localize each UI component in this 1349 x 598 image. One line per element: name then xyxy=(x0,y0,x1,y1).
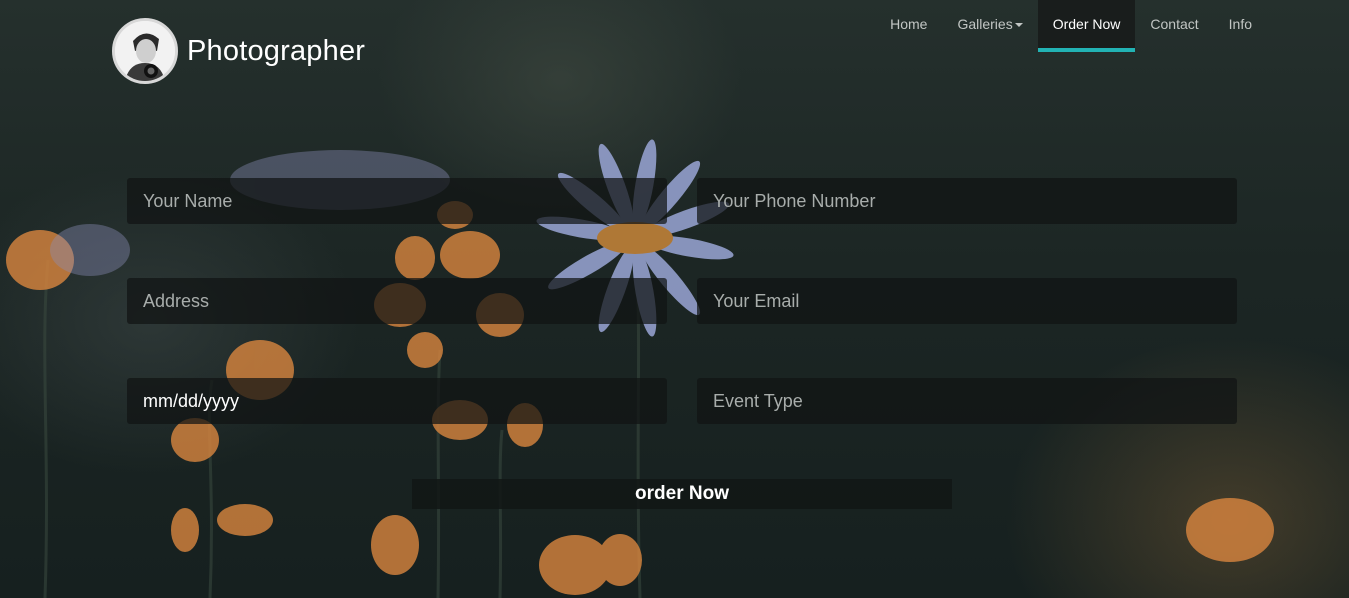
photographer-avatar-icon xyxy=(112,18,178,84)
nav-galleries-label: Galleries xyxy=(957,16,1013,32)
address-input[interactable] xyxy=(127,278,667,324)
date-input-placeholder: mm/dd/yyyy xyxy=(143,390,240,411)
nav-info[interactable]: Info xyxy=(1214,0,1267,52)
brand-title: Photographer xyxy=(187,34,366,67)
event-type-input[interactable] xyxy=(697,378,1237,424)
main-nav: Home Galleries Order Now Contact Info xyxy=(875,0,1267,52)
nav-contact[interactable]: Contact xyxy=(1135,0,1213,52)
nav-home[interactable]: Home xyxy=(875,0,942,52)
name-input[interactable] xyxy=(127,178,667,224)
date-input[interactable]: mm/dd/yyyy xyxy=(127,378,667,424)
phone-input[interactable] xyxy=(697,178,1237,224)
nav-order-now[interactable]: Order Now xyxy=(1037,0,1136,52)
email-input[interactable] xyxy=(697,278,1237,324)
caret-down-icon xyxy=(1014,23,1023,28)
nav-galleries[interactable]: Galleries xyxy=(942,0,1037,52)
brand[interactable]: Photographer xyxy=(112,18,365,84)
order-now-button[interactable]: order Now xyxy=(412,479,952,509)
